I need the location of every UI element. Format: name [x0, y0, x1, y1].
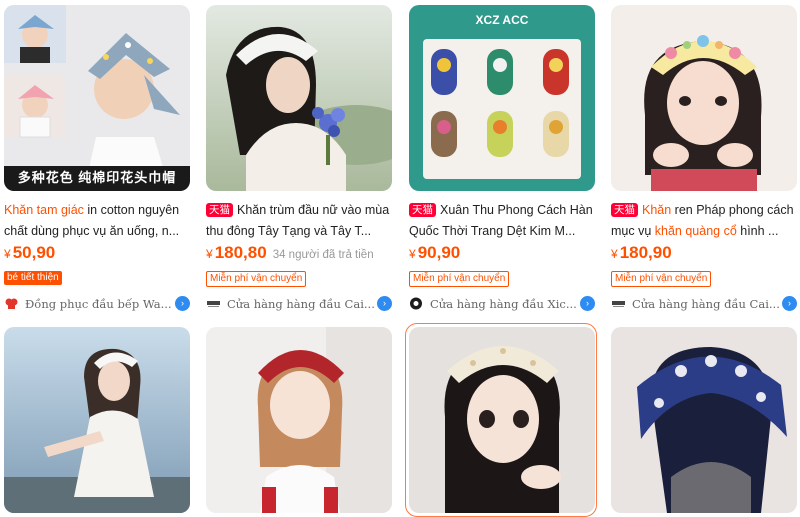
tmall-badge: 天猫 — [611, 203, 638, 217]
shop-enter-icon[interactable]: › — [175, 296, 190, 311]
product-image-1[interactable]: 多种花色 纯棉印花头巾帽 — [4, 5, 190, 191]
title-highlight-2: khăn quàng cổ — [654, 224, 737, 238]
title-highlight: Khăn tam giác — [4, 203, 84, 217]
shop-enter-icon[interactable]: › — [580, 296, 595, 311]
product-image-3[interactable]: XCZ ACC — [409, 5, 595, 191]
title-text: Xuân Thu Phong Cách Hàn Quốc Thời Trang … — [409, 203, 593, 238]
product-image-lace-bandana-girl — [409, 327, 595, 513]
price-value: 180,90 — [619, 243, 672, 262]
shop-row[interactable]: Cửa hàng hàng đầu Xic... › — [409, 295, 595, 313]
product-title[interactable]: 天猫 Xuân Thu Phong Cách Hàn Quốc Thời Tran… — [409, 200, 595, 242]
title-text: Khăn trùm đầu nữ vào mùa thu đông Tây Tạ… — [206, 203, 390, 238]
price-line: ¥50,90 — [4, 243, 190, 263]
product-image-7[interactable] — [409, 327, 595, 513]
currency-symbol: ¥ — [611, 247, 618, 261]
product-image-2[interactable] — [206, 5, 392, 191]
shop-logo-icon — [611, 297, 626, 310]
shop-logo-icon — [409, 297, 424, 310]
shop-enter-icon[interactable]: › — [782, 296, 797, 311]
shop-row[interactable]: Cửa hàng hàng đầu Cai... › — [206, 295, 392, 313]
shop-name: Cửa hàng hàng đầu Xic... — [430, 296, 577, 311]
tmall-badge: 天猫 — [206, 203, 233, 217]
product-title[interactable]: Khăn tam giác in cotton nguyên chất dùng… — [4, 200, 190, 242]
product-title[interactable]: 天猫 Khăn ren Pháp phong cách mục vụ khăn q… — [611, 200, 797, 242]
currency-symbol: ¥ — [409, 247, 416, 261]
price-line: ¥180,80 34 người đã trả tiền — [206, 243, 392, 263]
product-title[interactable]: 天猫 Khăn trùm đầu nữ vào mùa thu đông Tây … — [206, 200, 392, 242]
currency-symbol: ¥ — [206, 247, 213, 261]
shop-row[interactable]: Đồng phục đầu bếp Wa... › — [4, 295, 190, 313]
chef-hat-icon — [4, 297, 19, 310]
product-image-8[interactable] — [611, 327, 797, 513]
product-image-lace-headscarf — [206, 5, 392, 191]
image-caption: XCZ ACC — [475, 13, 529, 27]
free-shipping-tag: Miễn phí vận chuyển — [206, 271, 307, 287]
image-caption: 多种花色 纯棉印花头巾帽 — [17, 170, 177, 185]
product-image-floral-kerchief — [611, 5, 797, 191]
currency-symbol: ¥ — [4, 247, 11, 261]
price-line: ¥90,90 — [409, 243, 595, 263]
shop-name: Cửa hàng hàng đầu Cai... — [227, 296, 375, 311]
title-text-end: hình ... — [736, 224, 779, 238]
price-value: 50,90 — [12, 243, 56, 262]
product-image-4[interactable] — [611, 5, 797, 191]
product-image-kitchen-scarf — [4, 5, 190, 191]
price-line: ¥180,90 — [611, 243, 797, 263]
shop-enter-icon[interactable]: › — [377, 296, 392, 311]
shop-logo-icon — [206, 297, 221, 310]
title-highlight: Khăn — [642, 203, 672, 217]
tmall-badge: 天猫 — [409, 203, 436, 217]
promo-tag: bé tiết thiện — [4, 271, 62, 285]
product-image-5[interactable] — [4, 327, 190, 513]
product-image-knit-headbands — [409, 5, 595, 191]
shop-name: Cửa hàng hàng đầu Cai... — [632, 296, 780, 311]
free-shipping-tag: Miễn phí vận chuyển — [611, 271, 712, 287]
free-shipping-tag: Miễn phí vận chuyển — [409, 271, 510, 287]
sold-count: 34 người đã trả tiền — [272, 249, 374, 261]
shop-name: Đồng phục đầu bếp Wa... — [25, 296, 172, 311]
shop-row[interactable]: Cửa hàng hàng đầu Cai... › — [611, 295, 797, 313]
product-image-indigo-scarf — [611, 327, 797, 513]
price-value: 90,90 — [417, 243, 461, 262]
price-value: 180,80 — [214, 243, 267, 262]
product-image-red-scarf — [206, 327, 392, 513]
product-image-seaside-scarf — [4, 327, 190, 513]
product-image-6[interactable] — [206, 327, 392, 513]
